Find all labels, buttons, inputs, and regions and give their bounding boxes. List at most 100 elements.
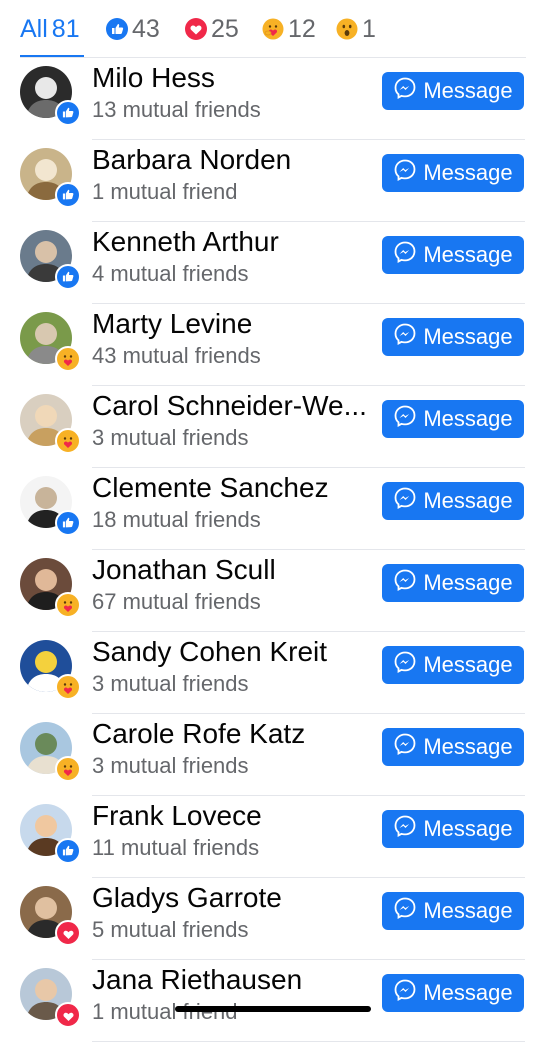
message-button-label: Message [423, 160, 513, 185]
mutual-friends-count: 3 mutual friends [92, 671, 249, 696]
messenger-icon [393, 896, 423, 926]
mutual-friends-count: 67 mutual friends [92, 589, 261, 614]
mutual-friends-count: 1 mutual friend [92, 999, 238, 1024]
messenger-icon [393, 568, 423, 598]
message-button[interactable]: Message [382, 154, 524, 192]
home-indicator [175, 1006, 371, 1012]
love-reaction-icon [55, 1002, 81, 1028]
message-button[interactable]: Message [382, 892, 524, 930]
list-item[interactable]: Gladys Garrote 5 mutual friends Message [0, 878, 546, 960]
person-name[interactable]: Frank Lovece [92, 799, 262, 833]
person-name[interactable]: Milo Hess [92, 61, 215, 95]
list-item[interactable]: Kenneth Arthur 4 mutual friends Message [0, 222, 546, 304]
message-button-label: Message [423, 488, 513, 513]
message-button[interactable]: Message [382, 646, 524, 684]
message-button[interactable]: Message [382, 564, 524, 602]
person-name[interactable]: Jonathan Scull [92, 553, 276, 587]
tab-all-count: 81 [51, 14, 80, 43]
person-name[interactable]: Kenneth Arthur [92, 225, 279, 259]
care-reaction-icon [55, 756, 81, 782]
tab-like[interactable]: 43 [106, 14, 160, 44]
message-button-label: Message [423, 816, 513, 841]
tab-all[interactable]: All 81 [20, 14, 80, 44]
care-icon [262, 18, 284, 40]
message-button[interactable]: Message [382, 400, 524, 438]
love-reaction-icon [55, 920, 81, 946]
message-button[interactable]: Message [382, 236, 524, 274]
care-reaction-icon [55, 346, 81, 372]
like-reaction-icon [55, 100, 81, 126]
reaction-tabs: All 81 43 25 12 1 [0, 0, 546, 58]
message-button[interactable]: Message [382, 810, 524, 848]
message-button-label: Message [423, 242, 513, 267]
messenger-icon [393, 978, 423, 1008]
list-item[interactable]: Milo Hess 13 mutual friends Message [0, 58, 546, 140]
message-button[interactable]: Message [382, 72, 524, 110]
person-name[interactable]: Jana Riethausen [92, 963, 302, 997]
tab-wow-count: 1 [362, 14, 376, 43]
message-button-label: Message [423, 406, 513, 431]
list-item[interactable]: Frank Lovece 11 mutual friends Message [0, 796, 546, 878]
message-button-label: Message [423, 734, 513, 759]
person-name[interactable]: Marty Levine [92, 307, 252, 341]
message-button-label: Message [423, 324, 513, 349]
mutual-friends-count: 1 mutual friend [92, 179, 238, 204]
wow-icon [336, 18, 358, 40]
tab-care-count: 12 [288, 14, 316, 43]
mutual-friends-count: 3 mutual friends [92, 753, 249, 778]
care-reaction-icon [55, 428, 81, 454]
tab-wow[interactable]: 1 [336, 14, 376, 44]
tab-care[interactable]: 12 [262, 14, 316, 44]
like-icon [106, 18, 128, 40]
mutual-friends-count: 18 mutual friends [92, 507, 261, 532]
mutual-friends-count: 3 mutual friends [92, 425, 249, 450]
mutual-friends-count: 43 mutual friends [92, 343, 261, 368]
message-button[interactable]: Message [382, 318, 524, 356]
message-button-label: Message [423, 980, 513, 1005]
person-name[interactable]: Carole Rofe Katz [92, 717, 305, 751]
people-list: Milo Hess 13 mutual friends Message Barbara… [0, 58, 546, 1042]
mutual-friends-count: 11 mutual friends [92, 835, 260, 860]
message-button-label: Message [423, 78, 513, 103]
like-reaction-icon [55, 510, 81, 536]
mutual-friends-count: 13 mutual friends [92, 97, 261, 122]
tab-like-count: 43 [132, 14, 160, 43]
message-button[interactable]: Message [382, 482, 524, 520]
messenger-icon [393, 76, 423, 106]
person-name[interactable]: Sandy Cohen Kreit [92, 635, 327, 669]
list-item[interactable]: Barbara Norden 1 mutual friend Message [0, 140, 546, 222]
person-name[interactable]: Gladys Garrote [92, 881, 282, 915]
message-button-label: Message [423, 570, 513, 595]
list-item[interactable]: Clemente Sanchez 18 mutual friends Message [0, 468, 546, 550]
messenger-icon [393, 650, 423, 680]
person-name[interactable]: Barbara Norden [92, 143, 291, 177]
person-name[interactable]: Carol Schneider-We... [92, 389, 367, 423]
messenger-icon [393, 404, 423, 434]
tab-love[interactable]: 25 [185, 14, 239, 44]
like-reaction-icon [55, 182, 81, 208]
list-item[interactable]: Jana Riethausen 1 mutual friend Message [0, 960, 546, 1042]
list-item[interactable]: Carole Rofe Katz 3 mutual friends Message [0, 714, 546, 796]
mutual-friends-count: 5 mutual friends [92, 917, 249, 942]
messenger-icon [393, 158, 423, 188]
message-button[interactable]: Message [382, 728, 524, 766]
message-button[interactable]: Message [382, 974, 524, 1012]
message-button-label: Message [423, 652, 513, 677]
mutual-friends-count: 4 mutual friends [92, 261, 249, 286]
tab-love-count: 25 [211, 14, 239, 43]
like-reaction-icon [55, 264, 81, 290]
love-icon [185, 18, 207, 40]
list-item[interactable]: Marty Levine 43 mutual friends Message [0, 304, 546, 386]
tab-all-label: All [20, 14, 48, 43]
messenger-icon [393, 322, 423, 352]
care-reaction-icon [55, 592, 81, 618]
like-reaction-icon [55, 838, 81, 864]
person-name[interactable]: Clemente Sanchez [92, 471, 329, 505]
list-item[interactable]: Carol Schneider-We... 3 mutual friends Mes… [0, 386, 546, 468]
list-item[interactable]: Jonathan Scull 67 mutual friends Message [0, 550, 546, 632]
messenger-icon [393, 486, 423, 516]
messenger-icon [393, 240, 423, 270]
message-button-label: Message [423, 898, 513, 923]
list-item[interactable]: Sandy Cohen Kreit 3 mutual friends Message [0, 632, 546, 714]
care-reaction-icon [55, 674, 81, 700]
